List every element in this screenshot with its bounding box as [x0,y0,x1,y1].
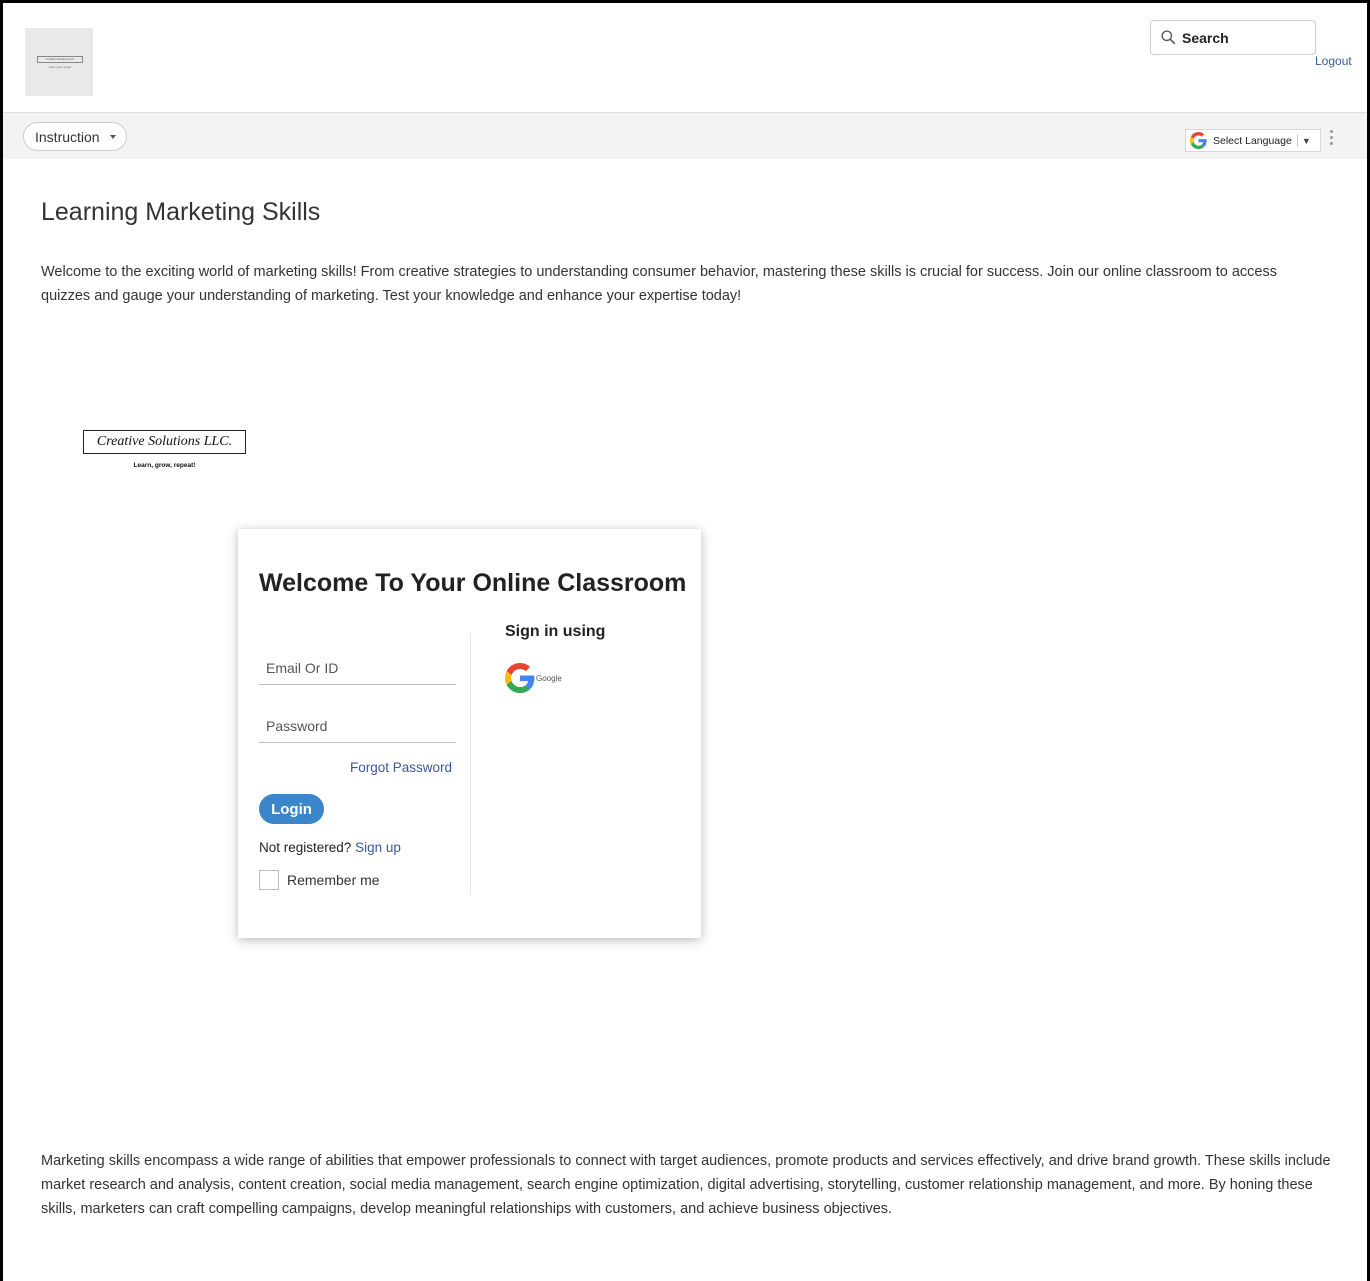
header: Creative Solutions LLC. Learn, grow, rep… [3,3,1367,113]
brand-logo: Creative Solutions LLC. Learn, grow, rep… [83,430,247,476]
google-icon [1190,132,1207,149]
brand-logo-name: Creative Solutions LLC. [83,430,246,454]
instruction-dropdown[interactable]: Instruction [23,122,127,151]
signup-prompt: Not registered? Sign up [259,840,401,855]
remember-me[interactable]: Remember me [259,870,380,890]
google-label: Google [536,673,562,683]
email-field-wrapper [259,651,456,685]
login-divider [470,633,471,895]
more-vertical-icon[interactable] [1329,130,1333,145]
page-title: Learning Marketing Skills [41,198,321,226]
google-signin-button[interactable]: Google [505,663,562,693]
site-logo[interactable]: Creative Solutions LLC. Learn, grow, rep… [25,28,93,96]
intro-paragraph: Welcome to the exciting world of marketi… [41,264,1277,304]
forgot-password-link[interactable]: Forgot Password [350,760,452,775]
language-separator [1296,134,1298,147]
chevron-down-icon: ▼ [1301,135,1311,146]
site-logo-tagline: Learn, grow, repeat! [48,66,72,69]
email-field[interactable] [259,651,456,684]
password-field[interactable] [259,709,456,742]
search-icon [1161,30,1176,45]
search-button[interactable]: Search [1150,20,1316,55]
signup-link[interactable]: Sign up [355,840,401,855]
login-button[interactable]: Login [259,794,324,824]
remember-me-label: Remember me [287,872,380,888]
not-registered-text: Not registered? [259,840,352,855]
language-selector[interactable]: Select Language ▼ [1185,129,1321,152]
page-frame: Creative Solutions LLC. Learn, grow, rep… [0,0,1370,1281]
brand-logo-tagline: Learn, grow, repeat! [133,462,196,469]
password-field-wrapper [259,709,456,743]
search-label: Search [1182,29,1229,46]
language-label: Select Language [1213,134,1292,147]
login-title: Welcome To Your Online Classroom [259,569,687,597]
navbar: Instruction Select Language ▼ [3,113,1367,159]
logout-link[interactable]: Logout [1315,54,1352,68]
signin-using-heading: Sign in using [505,623,606,640]
site-logo-name: Creative Solutions LLC. [37,56,83,63]
remember-me-checkbox[interactable] [259,870,279,890]
chevron-down-icon [109,134,116,139]
login-card: Welcome To Your Online Classroom Forgot … [238,529,701,938]
instruction-label: Instruction [35,128,100,145]
marketing-skills-paragraph: Marketing skills encompass a wide range … [41,1153,1331,1217]
google-icon [505,663,535,693]
